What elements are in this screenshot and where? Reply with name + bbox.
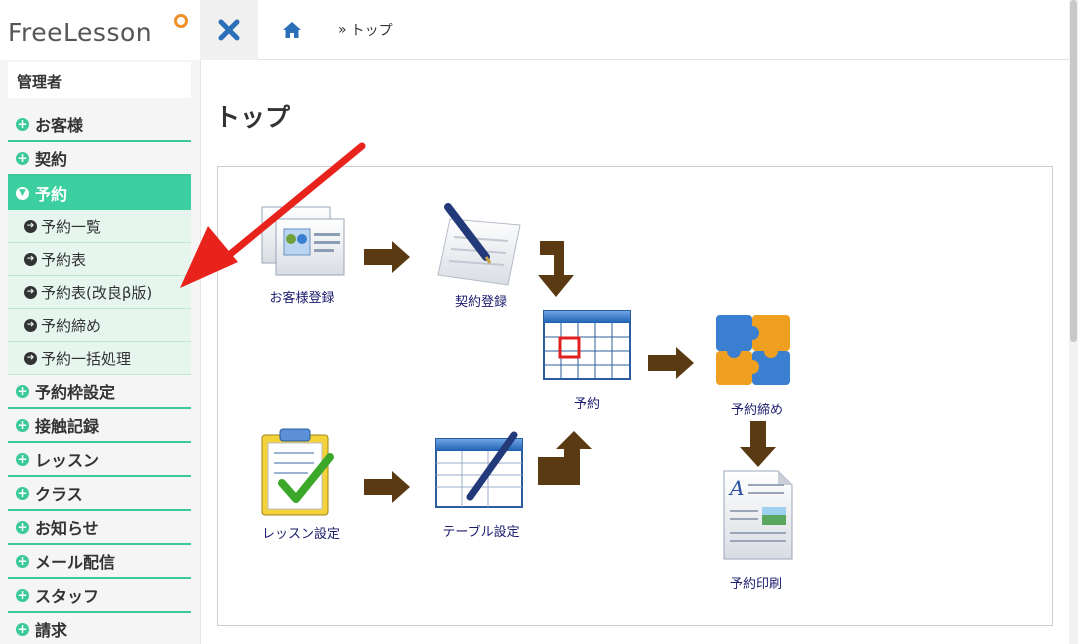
sidebar-subitem-reservation-list[interactable]: ➜ 予約一覧	[8, 210, 191, 243]
sidebar-item-label: 予約枠設定	[35, 383, 116, 402]
breadcrumb-separator: »	[338, 22, 347, 38]
flow-arrow-right-icon	[364, 471, 410, 503]
arrow-right-circle-icon: ➜	[24, 318, 37, 332]
reservation-print-link[interactable]: 予約印刷	[730, 573, 782, 592]
plus-circle-icon: +	[16, 417, 29, 432]
sidebar-item-mail[interactable]: + メール配信	[8, 545, 191, 579]
scrollbar-thumb[interactable]	[1070, 0, 1077, 342]
table-setting-link[interactable]: テーブル設定	[442, 521, 519, 540]
flow-arrow-right-icon	[364, 241, 410, 273]
flow-arrow-down-icon	[740, 421, 776, 467]
sidebar-item-contracts[interactable]: + 契約	[8, 142, 191, 176]
sidebar-subitem-label: 予約締め	[41, 316, 102, 335]
main-content: トップ A お客様登録 契約登録 予約 予約締め レッスン設定 テーブル設定 予…	[200, 60, 1069, 644]
logo-mark-icon	[174, 14, 188, 28]
sidebar-item-label: お知らせ	[35, 519, 99, 538]
sidebar-item-label: レッスン	[35, 451, 100, 470]
reservation-calendar-icon[interactable]	[543, 310, 631, 380]
close-icon	[218, 19, 240, 41]
sidebar-item-label: スタッフ	[35, 587, 100, 606]
plus-circle-icon: +	[16, 519, 29, 534]
logo-area: FreeLesson	[0, 0, 200, 60]
sidebar-nav: + お客様 + 契約 ▼ 予約 ➜ 予約一覧 ➜ 予約表 ➜ 予約表(改良β版)…	[8, 108, 191, 644]
sidebar-item-label: 接触記録	[35, 417, 100, 436]
sidebar-item-billing[interactable]: + 請求	[8, 613, 191, 644]
reservation-link[interactable]: 予約	[574, 393, 600, 412]
sidebar-item-label: メール配信	[35, 553, 116, 572]
page-title: トップ	[215, 103, 291, 132]
reservation-close-link[interactable]: 予約締め	[731, 399, 783, 418]
sidebar-item-lessons[interactable]: + レッスン	[8, 443, 191, 477]
sidebar-subitem-reservation-table[interactable]: ➜ 予約表	[8, 243, 191, 276]
sidebar-item-notices[interactable]: + お知らせ	[8, 511, 191, 545]
puzzle-icon[interactable]	[716, 315, 790, 385]
sidebar-item-reservation-slots[interactable]: + 予約枠設定	[8, 375, 191, 409]
sidebar-subitem-label: 予約表	[41, 250, 87, 269]
plus-circle-icon: +	[16, 451, 29, 466]
chevron-down-circle-icon: ▼	[16, 186, 29, 200]
top-header: » トップ	[200, 0, 1078, 60]
plus-circle-icon: +	[16, 587, 29, 602]
sidebar-item-label: お客様	[35, 116, 84, 135]
arrow-right-circle-icon: ➜	[24, 351, 37, 365]
flow-arrow-down-icon	[538, 241, 574, 297]
sidebar-item-label: クラス	[35, 485, 83, 504]
print-document-icon[interactable]: A	[723, 470, 793, 560]
contract-register-icon[interactable]	[437, 203, 521, 286]
sidebar-subitem-reservation-bulk[interactable]: ➜ 予約一括処理	[8, 342, 191, 375]
sidebar-item-contact-records[interactable]: + 接触記録	[8, 409, 191, 443]
sidebar-subitem-label: 予約一覧	[41, 217, 102, 236]
breadcrumb: » トップ	[282, 20, 393, 40]
close-sidebar-button[interactable]	[200, 0, 258, 60]
sidebar-subitem-reservation-close[interactable]: ➜ 予約締め	[8, 309, 191, 342]
plus-circle-icon: +	[16, 383, 29, 398]
customer-register-icon[interactable]	[261, 206, 345, 276]
flow-arrow-right-icon	[648, 347, 694, 379]
sidebar-item-label: 請求	[35, 621, 68, 640]
customer-register-link[interactable]: お客様登録	[269, 287, 334, 306]
sidebar-subitem-label: 予約一括処理	[41, 349, 132, 368]
user-role-label: 管理者	[8, 62, 191, 98]
plus-circle-icon: +	[16, 553, 29, 568]
breadcrumb-current: トップ	[350, 23, 393, 39]
flow-arrow-up-icon	[538, 431, 592, 485]
sidebar: FreeLesson 管理者 + お客様 + 契約 ▼ 予約 ➜ 予約一覧 ➜ …	[0, 0, 200, 644]
plus-circle-icon: +	[16, 485, 29, 500]
sidebar-item-label: 契約	[35, 150, 68, 169]
plus-circle-icon: +	[16, 621, 29, 636]
sidebar-item-reservations[interactable]: ▼ 予約	[8, 176, 191, 210]
plus-circle-icon: +	[16, 150, 29, 165]
svg-text:A: A	[728, 476, 744, 500]
sidebar-subitem-label: 予約表(改良β版)	[41, 283, 153, 302]
contract-register-link[interactable]: 契約登録	[455, 291, 507, 310]
clipboard-check-icon[interactable]	[261, 428, 334, 516]
lesson-setting-link[interactable]: レッスン設定	[262, 523, 340, 542]
app-logo[interactable]: FreeLesson	[8, 18, 152, 47]
sidebar-item-classes[interactable]: + クラス	[8, 477, 191, 511]
vertical-scrollbar[interactable]	[1069, 0, 1078, 644]
workflow-panel: A お客様登録 契約登録 予約 予約締め レッスン設定 テーブル設定 予約印刷	[217, 166, 1053, 626]
table-setting-icon[interactable]	[435, 431, 523, 508]
sidebar-item-customers[interactable]: + お客様	[8, 108, 191, 142]
sidebar-item-label: 予約	[35, 185, 68, 204]
plus-circle-icon: +	[16, 116, 29, 131]
sidebar-subitem-reservation-table-beta[interactable]: ➜ 予約表(改良β版)	[8, 276, 191, 309]
sidebar-item-staff[interactable]: + スタッフ	[8, 579, 191, 613]
arrow-right-circle-icon: ➜	[24, 285, 37, 299]
arrow-right-circle-icon: ➜	[24, 219, 37, 233]
home-icon[interactable]	[282, 21, 302, 39]
arrow-right-circle-icon: ➜	[24, 252, 37, 266]
